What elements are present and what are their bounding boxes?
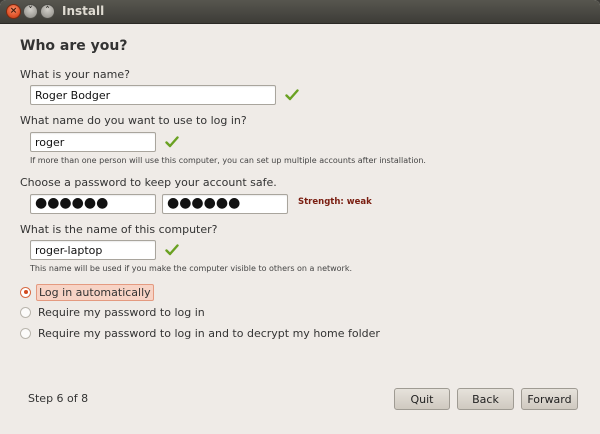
confirm-password-input[interactable]: ●●●●●● (162, 194, 288, 214)
installer-window: × ˅ ˄ Install Who are you? What is your … (0, 0, 600, 434)
radio-label: Require my password to log in (38, 305, 205, 319)
radio-require-password-encrypt[interactable]: Require my password to log in and to dec… (20, 325, 382, 341)
computer-name-valid-check-icon (165, 244, 179, 256)
computer-name-hint: This name will be used if you make the c… (30, 264, 353, 273)
radio-unselected-icon[interactable] (20, 327, 31, 339)
password-input[interactable]: ●●●●●● (30, 194, 156, 214)
back-button[interactable]: Back (457, 388, 514, 410)
password-strength-text: Strength: weak (298, 197, 372, 207)
username-valid-check-icon (165, 136, 179, 148)
radio-log-in-automatically[interactable]: Log in automatically (20, 283, 154, 301)
radio-label: Log in automatically (36, 283, 154, 301)
radio-label: Require my password to log in and to dec… (38, 326, 380, 340)
computer-name-input[interactable] (30, 240, 156, 260)
quit-button[interactable]: Quit (394, 388, 450, 410)
name-label: What is your name? (20, 68, 130, 81)
page-title: Who are you? (20, 38, 128, 54)
password-label: Choose a password to keep your account s… (20, 176, 277, 189)
name-valid-check-icon (285, 89, 299, 101)
radio-selected-icon[interactable] (20, 286, 31, 298)
login-name-label: What name do you want to use to log in? (20, 114, 247, 127)
full-name-input[interactable] (30, 85, 276, 105)
username-hint: If more than one person will use this co… (30, 156, 426, 165)
title-bar: × ˅ ˄ Install (0, 0, 600, 24)
computer-name-label: What is the name of this computer? (20, 223, 218, 236)
radio-require-password[interactable]: Require my password to log in (20, 304, 207, 320)
minimize-window-icon[interactable]: ˅ (23, 4, 38, 19)
username-input[interactable] (30, 132, 156, 152)
radio-unselected-icon[interactable] (20, 306, 31, 318)
window-title: Install (62, 4, 105, 18)
close-window-icon[interactable]: × (6, 4, 21, 19)
maximize-window-icon[interactable]: ˄ (40, 4, 55, 19)
step-indicator: Step 6 of 8 (28, 392, 89, 405)
forward-button[interactable]: Forward (521, 388, 578, 410)
